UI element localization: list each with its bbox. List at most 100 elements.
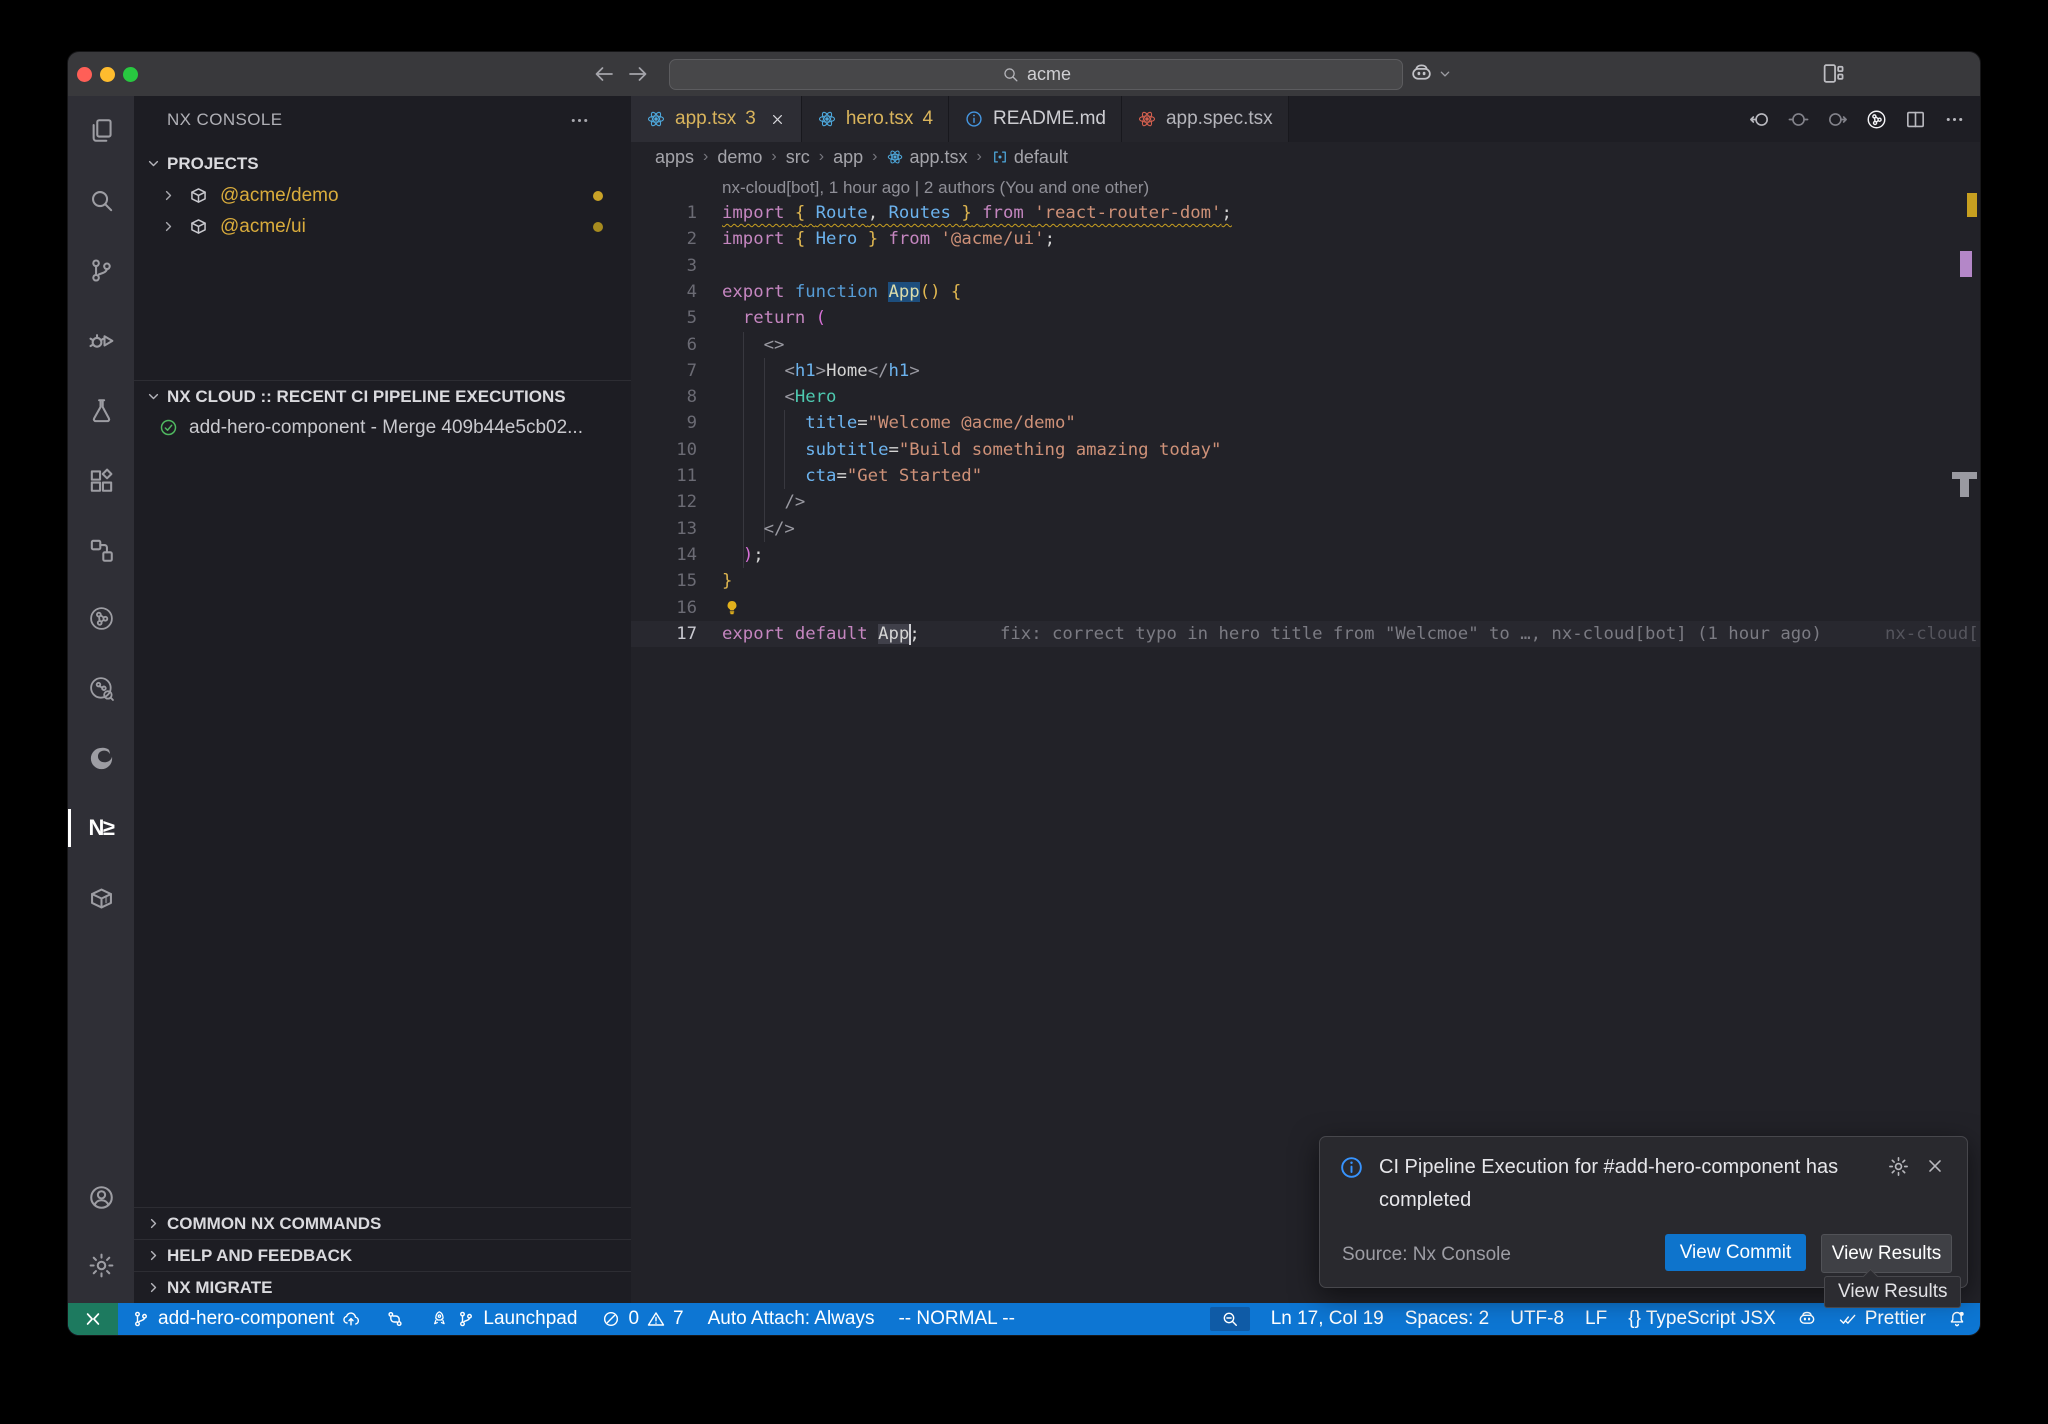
status-item-zoom-out[interactable] (1210, 1307, 1250, 1331)
activity-item-explorer[interactable] (68, 108, 134, 152)
tab-README.md[interactable]: README.md (949, 96, 1122, 142)
code-line-6[interactable]: 6 <> (631, 332, 1980, 358)
status-item-branch[interactable]: add-hero-component (131, 1308, 361, 1330)
section-nx-cloud[interactable]: NX CLOUD :: RECENT CI PIPELINE EXECUTION… (134, 381, 631, 412)
status-item-git-compare[interactable] (385, 1309, 405, 1329)
status-item-cursor-position[interactable]: Ln 17, Col 19 (1271, 1308, 1384, 1330)
code-line-2[interactable]: 2import { Hero } from '@acme/ui'; (631, 226, 1980, 252)
copilot-icon (1797, 1309, 1817, 1329)
customize-layout-icon[interactable] (1821, 61, 1846, 86)
history-forward-icon[interactable] (626, 62, 650, 86)
command-center-search[interactable]: acme (669, 59, 1403, 90)
status-item-language-mode[interactable]: {} TypeScript JSX (1628, 1308, 1776, 1330)
status-item-eol[interactable]: LF (1585, 1308, 1607, 1330)
more-actions-icon[interactable] (568, 109, 591, 132)
activity-item-nx-console[interactable]: N≥ (68, 806, 134, 850)
status-item-vim-mode[interactable]: -- NORMAL -- (898, 1308, 1014, 1330)
status-item-launchpad[interactable]: Launchpad (429, 1308, 577, 1330)
code-area[interactable]: nx-cloud[bot], 1 hour ago | 2 authors (Y… (631, 172, 1980, 1303)
code-line-15[interactable]: 15} (631, 568, 1980, 594)
project-label: @acme/demo (220, 185, 339, 207)
status-item-problems[interactable]: 07 (601, 1308, 683, 1330)
section-common-nx-commands[interactable]: COMMON NX COMMANDS (134, 1208, 631, 1239)
activity-item-containers[interactable] (68, 876, 134, 920)
tab-app.spec.tsx[interactable]: app.spec.tsx (1122, 96, 1289, 142)
toggle-panel-bottom-icon[interactable] (1899, 61, 1924, 86)
code-line-13[interactable]: 13 </> (631, 516, 1980, 542)
breadcrumb-separator: › (819, 148, 824, 166)
code-line-5[interactable]: 5 return ( (631, 305, 1980, 331)
tab-label: hero.tsx (846, 108, 914, 130)
activity-item-source-control[interactable] (68, 248, 134, 292)
activity-item-search[interactable] (68, 178, 134, 222)
code-line-4[interactable]: 4export function App() { (631, 279, 1980, 305)
status-item-formatter[interactable]: Prettier (1838, 1308, 1926, 1330)
project-row[interactable]: @acme/demo (134, 180, 631, 211)
status-text: Spaces: 2 (1405, 1308, 1490, 1330)
code-line-7[interactable]: 7 <h1>Home</h1> (631, 358, 1980, 384)
remote-indicator[interactable] (68, 1303, 118, 1335)
code-line-10[interactable]: 10 subtitle="Build something amazing tod… (631, 437, 1980, 463)
code-line-16[interactable]: 16 (631, 595, 1980, 621)
activity-item-extensions[interactable] (68, 458, 134, 502)
project-row[interactable]: @acme/ui (134, 211, 631, 242)
breadcrumb-item-default[interactable]: default (991, 147, 1068, 168)
code-line-11[interactable]: 11 cta="Get Started" (631, 463, 1980, 489)
code-line-14[interactable]: 14 ); (631, 542, 1980, 568)
lightbulb-icon[interactable] (722, 598, 742, 618)
history-back-icon[interactable] (592, 62, 616, 86)
status-item-copilot[interactable] (1797, 1309, 1817, 1329)
more-actions-icon[interactable] (1943, 108, 1966, 131)
split-editor-icon[interactable] (1904, 108, 1927, 131)
close-icon[interactable] (1924, 1155, 1946, 1177)
status-item-encoding[interactable]: UTF-8 (1510, 1308, 1564, 1330)
breadcrumb-item-demo[interactable]: demo (717, 147, 762, 168)
activity-item-accounts[interactable] (68, 1175, 134, 1219)
activity-item-edge-browser[interactable] (68, 736, 134, 780)
navigate-back-icon[interactable] (1748, 108, 1771, 131)
close-tab-icon[interactable] (769, 111, 786, 128)
section-help-and-feedback[interactable]: HELP AND FEEDBACK (134, 1240, 631, 1271)
pipeline-execution-item[interactable]: add-hero-component - Merge 409b44e5cb02.… (134, 412, 631, 443)
tab-hero.tsx[interactable]: hero.tsx4 (802, 96, 949, 142)
close-window-button[interactable] (77, 67, 92, 82)
code-line-3[interactable]: 3 (631, 253, 1980, 279)
status-item-auto-attach[interactable]: Auto Attach: Always (708, 1308, 875, 1330)
minimize-window-button[interactable] (100, 67, 115, 82)
section-projects[interactable]: PROJECTS (134, 148, 631, 179)
view-commit-button[interactable]: View Commit (1665, 1234, 1806, 1271)
code-line-12[interactable]: 12 /> (631, 489, 1980, 515)
toggle-panel-left-icon[interactable] (1860, 61, 1885, 86)
view-results-button[interactable]: View Results (1821, 1234, 1952, 1273)
code-line-8[interactable]: 8 <Hero (631, 384, 1980, 410)
code-line-17[interactable]: 17export default App;fix: correct typo i… (631, 621, 1980, 647)
run-marker-prev-icon[interactable] (1787, 108, 1810, 131)
activity-item-settings[interactable] (68, 1243, 134, 1287)
run-marker-next-icon[interactable] (1826, 108, 1849, 131)
notification-settings-icon[interactable] (1887, 1155, 1910, 1178)
cloud-upload-icon (341, 1309, 361, 1329)
breadcrumb-separator: › (703, 148, 708, 166)
activity-item-nx-graph-search[interactable] (68, 666, 134, 710)
breadcrumb-item-app[interactable]: app (833, 147, 863, 168)
code-line-9[interactable]: 9 title="Welcome @acme/demo" (631, 410, 1980, 436)
activity-item-testing[interactable] (68, 388, 134, 432)
breadcrumb-item-src[interactable]: src (786, 147, 810, 168)
activity-item-nx-cloud-graph[interactable] (68, 596, 134, 640)
bell-dot-icon (1947, 1309, 1967, 1329)
status-item-notifications-bell[interactable] (1947, 1309, 1967, 1329)
code-line-1[interactable]: 1import { Route, Routes } from 'react-ro… (631, 200, 1980, 226)
nx-project-graph-run-icon[interactable] (1865, 108, 1888, 131)
breadcrumb-item-apps[interactable]: apps (655, 147, 694, 168)
section-nx-migrate[interactable]: NX MIGRATE (134, 1272, 631, 1303)
breadcrumb-item-app.tsx[interactable]: app.tsx (886, 147, 967, 168)
status-item-indentation[interactable]: Spaces: 2 (1405, 1308, 1490, 1330)
copilot-menu[interactable] (1409, 61, 1453, 86)
search-icon (87, 186, 116, 215)
activity-item-project-graph[interactable] (68, 528, 134, 572)
activity-item-run-and-debug[interactable] (68, 318, 134, 362)
zoom-window-button[interactable] (123, 67, 138, 82)
status-text: {} TypeScript JSX (1628, 1308, 1776, 1330)
tab-app.tsx[interactable]: app.tsx3 (631, 96, 802, 142)
toggle-panel-right-icon[interactable] (1938, 61, 1963, 86)
